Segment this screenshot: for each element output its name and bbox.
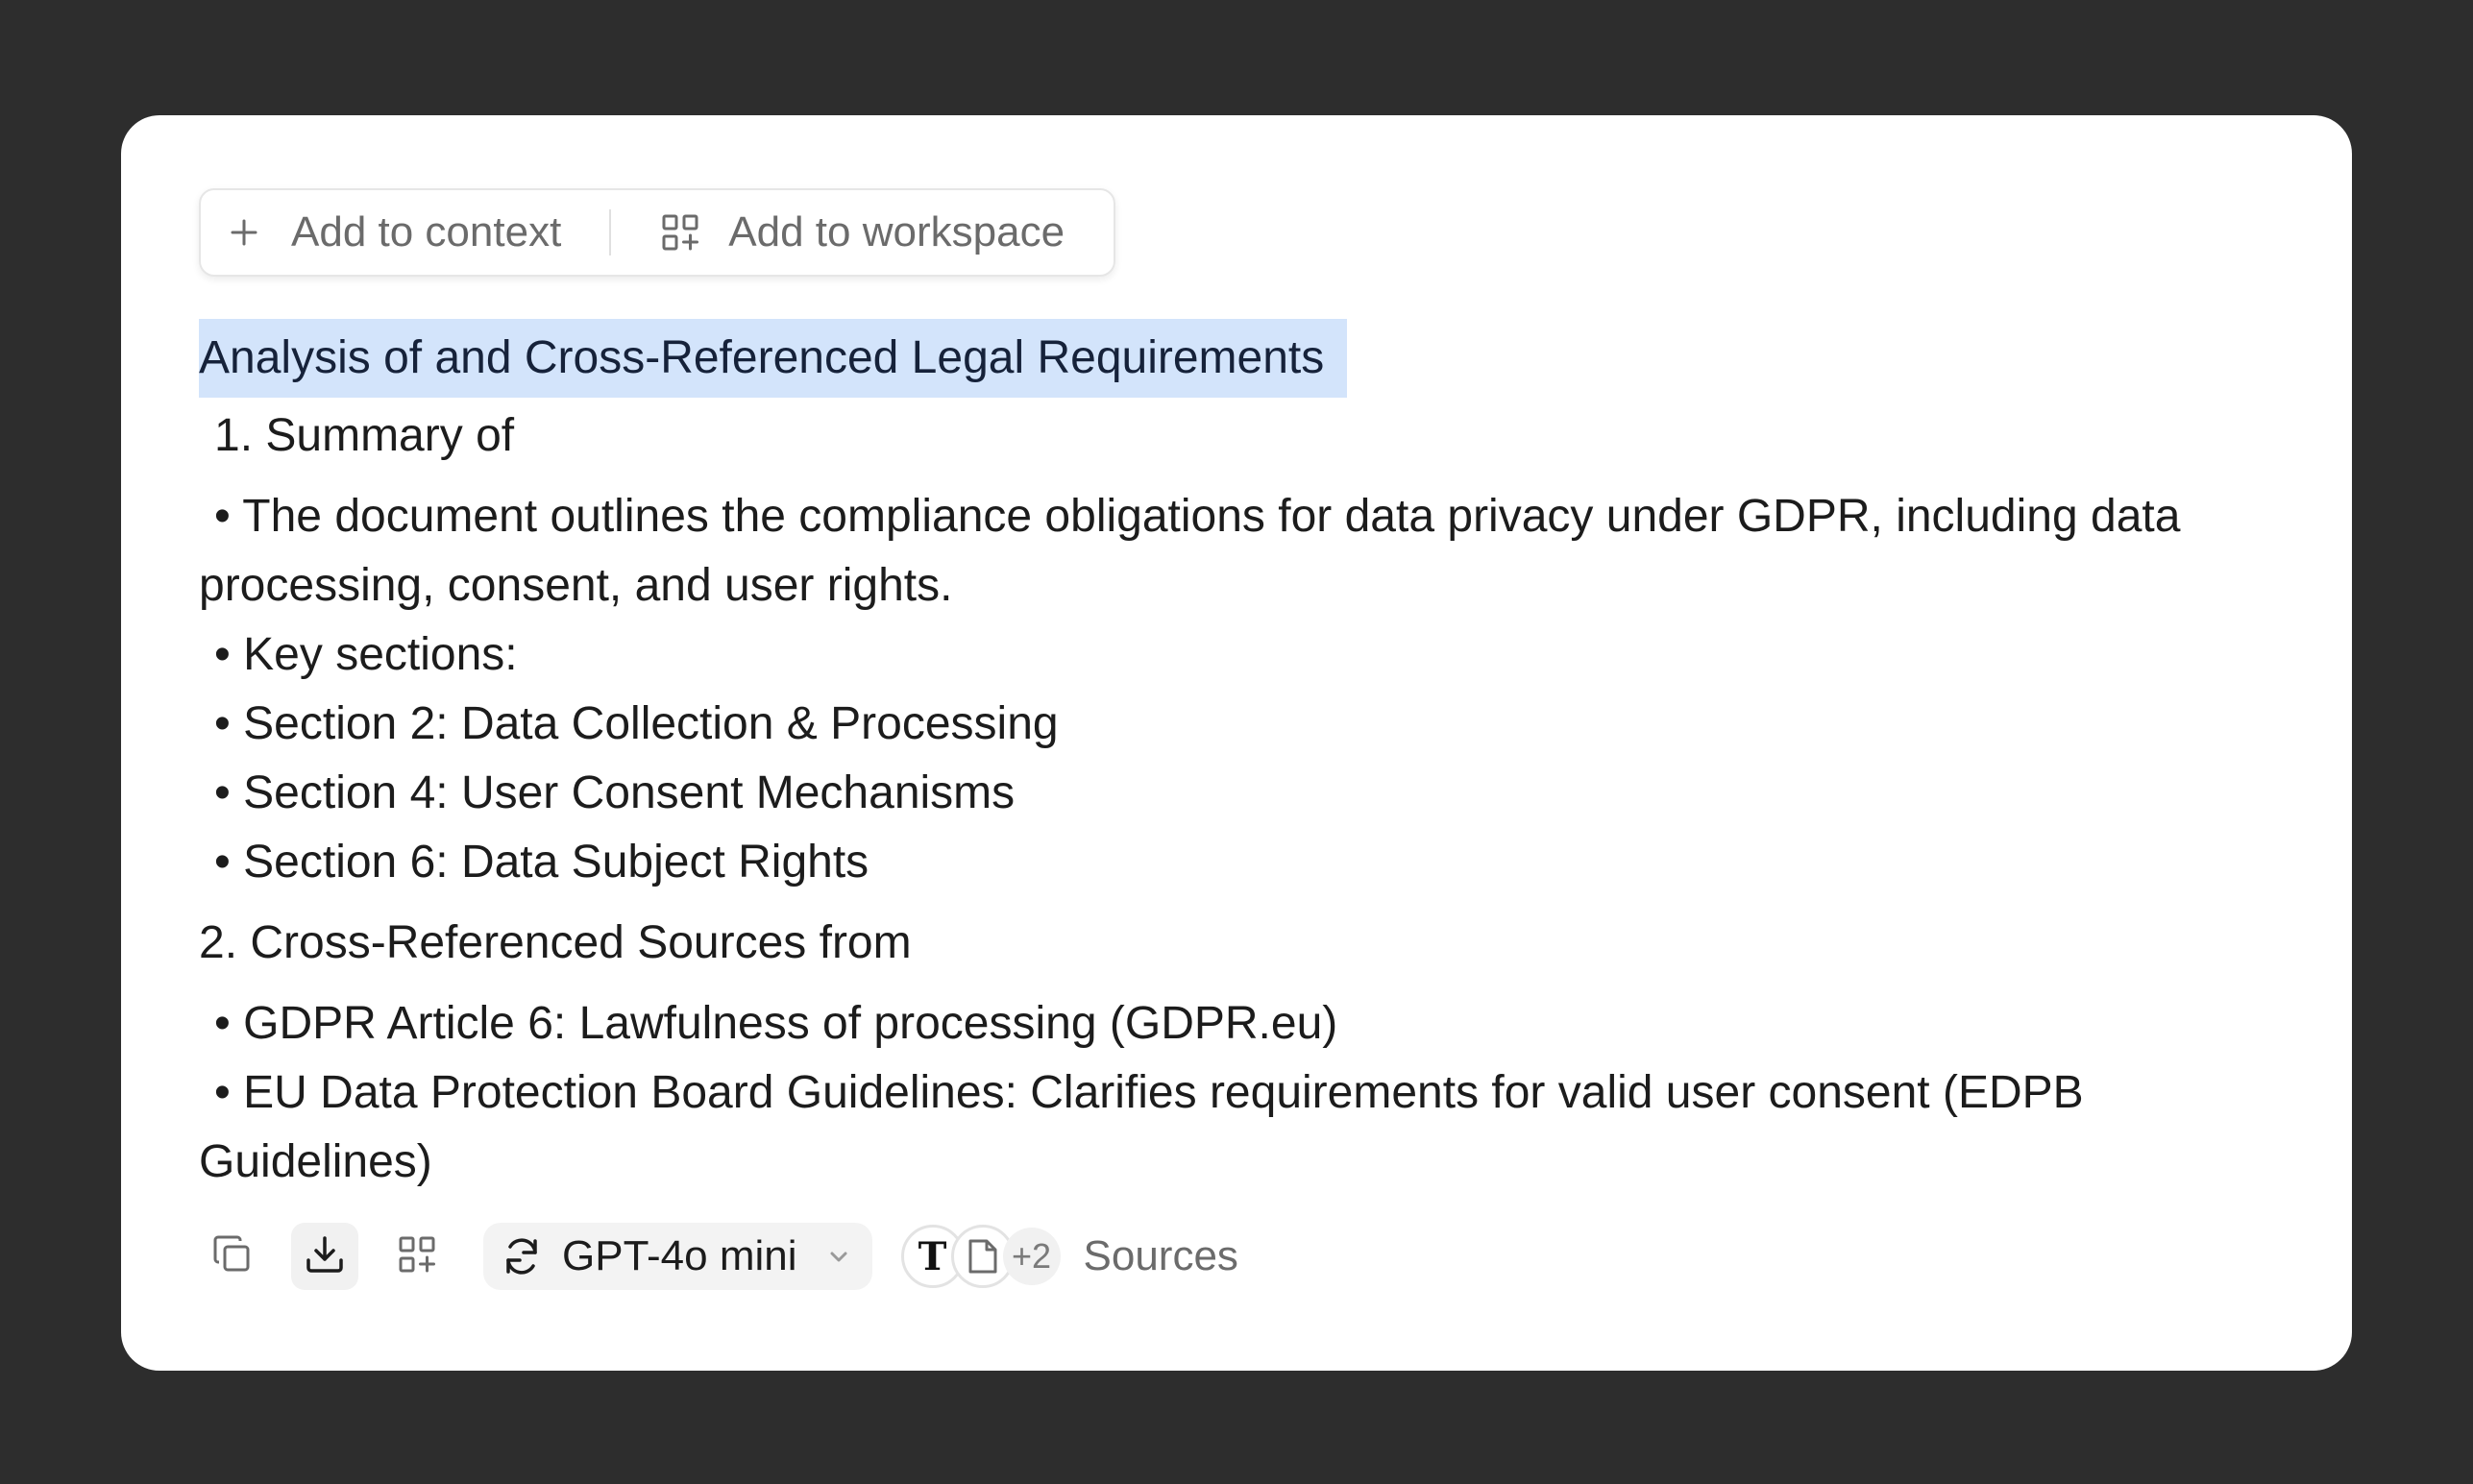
selected-heading[interactable]: Analysis of and Cross-Referenced Legal R… <box>199 319 1348 398</box>
download-icon <box>304 1233 346 1280</box>
list-item: • Section 2: Data Collection & Processin… <box>214 698 1059 749</box>
sources-more-count: +2 <box>1002 1228 1061 1285</box>
chevron-down-icon <box>824 1242 853 1271</box>
add-to-context-label: Add to context <box>291 208 562 255</box>
download-button[interactable] <box>291 1223 358 1290</box>
response-text: Analysis of and Cross-Referenced Legal R… <box>199 319 2284 1197</box>
sources-label: Sources <box>1083 1232 1238 1279</box>
add-to-workspace-action[interactable] <box>383 1223 451 1290</box>
add-to-workspace-icon <box>661 213 699 252</box>
list-item: • Section 4: User Consent Mechanisms <box>214 767 1016 818</box>
add-to-context-button[interactable]: Add to context <box>201 190 609 275</box>
section-title: 2. Cross-Referenced Sources from <box>199 917 912 968</box>
selection-toolbar: Add to context Add to workspace <box>199 188 1115 277</box>
list-item: • Section 6: Data Subject Rights <box>214 837 869 888</box>
list-item: • The document outlines the compliance o… <box>199 491 2181 611</box>
response-card: Add to context Add to workspace Analysis… <box>121 115 2352 1371</box>
refresh-icon <box>501 1235 543 1277</box>
list-item: • GDPR Article 6: Lawfulness of processi… <box>214 998 1338 1049</box>
model-name: GPT-4o mini <box>562 1232 797 1279</box>
copy-icon <box>211 1233 254 1280</box>
sources-button[interactable]: T +2 Sources <box>900 1225 1238 1288</box>
plus-icon <box>230 218 258 247</box>
list-item: • Key sections: <box>214 629 518 680</box>
add-to-workspace-label: Add to workspace <box>728 208 1065 255</box>
model-selector[interactable]: GPT-4o mini <box>483 1223 872 1290</box>
section-title: 1. Summary of <box>214 410 515 461</box>
add-to-workspace-icon <box>398 1235 436 1278</box>
copy-button[interactable] <box>199 1223 266 1290</box>
response-actions: GPT-4o mini T +2 Sources <box>199 1222 1238 1291</box>
add-to-workspace-button[interactable]: Add to workspace <box>611 190 1065 275</box>
list-item: • EU Data Protection Board Guidelines: C… <box>199 1067 2084 1187</box>
